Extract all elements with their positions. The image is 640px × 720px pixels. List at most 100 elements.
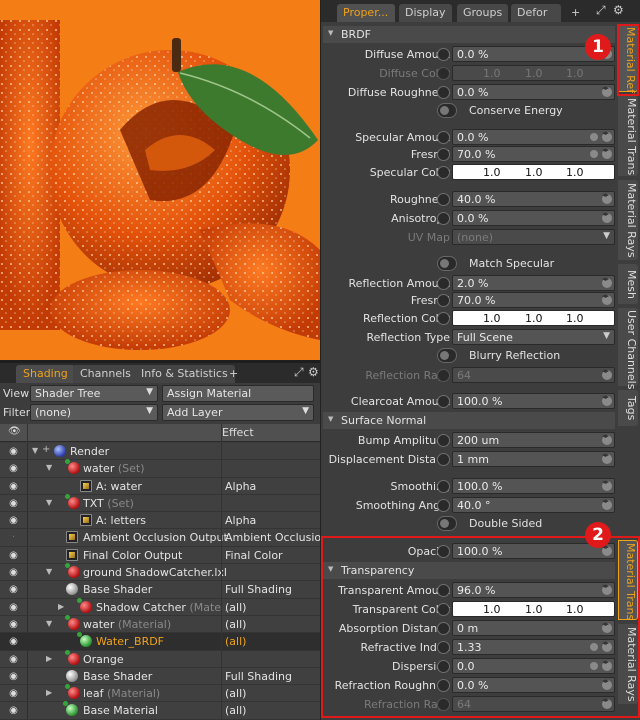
transparent-amount-input[interactable]: 96.0 %: [452, 582, 615, 598]
roughness-anim-toggle[interactable]: [437, 193, 450, 206]
smoothing-anim-toggle[interactable]: [437, 480, 450, 493]
refraction-roughness-anim-toggle[interactable]: [437, 679, 450, 692]
tree-row-base-shader-2[interactable]: ◉ Base Shader Full Shading: [0, 667, 320, 686]
refractive-index-anim-toggle[interactable]: [437, 641, 450, 654]
sidetab-material-ref[interactable]: Material Ref: [618, 24, 638, 93]
expand-triangle-icon[interactable]: ▼: [32, 446, 38, 455]
reflection-amount-anim-toggle[interactable]: [437, 277, 450, 290]
smoothing-angle-input[interactable]: 40.0 °: [452, 497, 615, 513]
fresnel-input[interactable]: 70.0 %: [452, 146, 615, 162]
effect-column-header[interactable]: Effect: [222, 426, 254, 439]
section-brdf[interactable]: BRDF: [323, 26, 615, 43]
visibility-eye-icon[interactable]: ·: [0, 529, 28, 546]
fresnel-anim-toggle[interactable]: [437, 148, 450, 161]
plus-icon[interactable]: +: [42, 444, 50, 455]
specular-amount-input[interactable]: 0.0 %: [452, 129, 615, 145]
visibility-eye-icon[interactable]: ◉: [0, 650, 28, 667]
visibility-eye-icon[interactable]: ◉: [0, 546, 28, 564]
reflection-color-swatch[interactable]: 1.0 1.0 1.0: [452, 310, 615, 326]
tree-row-a-water[interactable]: ◉ A: water Alpha: [0, 477, 320, 495]
expand-icon[interactable]: ⤢: [294, 365, 304, 380]
visibility-eye-icon[interactable]: ◉: [0, 494, 28, 512]
bump-amplitude-anim-toggle[interactable]: [437, 434, 450, 447]
diffuse-amount-anim-toggle[interactable]: [437, 48, 450, 61]
tree-row-base-material[interactable]: ◉ Base Material (all): [0, 701, 320, 720]
collapse-triangle-icon[interactable]: ▶: [58, 602, 64, 611]
collapse-triangle-icon[interactable]: ▶: [46, 688, 52, 697]
specular-amount-anim-toggle[interactable]: [437, 131, 450, 144]
roughness-input[interactable]: 40.0 %: [452, 191, 615, 207]
smoothing-input[interactable]: 100.0 %: [452, 478, 615, 494]
visibility-eye-icon[interactable]: ◉: [0, 598, 28, 615]
bump-amplitude-input[interactable]: 200 um: [452, 432, 615, 448]
absorption-distance-anim-toggle[interactable]: [437, 622, 450, 635]
conserve-energy-checkbox[interactable]: [437, 103, 457, 118]
tree-row-a-letters[interactable]: ◉ A: letters Alpha: [0, 512, 320, 530]
specular-color-swatch[interactable]: 1.0 1.0 1.0: [452, 164, 615, 180]
reflection-rays-input[interactable]: 64: [452, 367, 615, 383]
render-viewport[interactable]: [0, 0, 320, 360]
sidetab-mesh[interactable]: Mesh: [618, 264, 638, 304]
tree-row-leaf[interactable]: ◉ ▶ leaf (Material) (all): [0, 684, 320, 703]
opacity-anim-toggle[interactable]: [437, 545, 450, 558]
anisotropy-input[interactable]: 0.0 %: [452, 210, 615, 226]
gear-icon[interactable]: ⚙: [613, 3, 624, 17]
fresnel-reflection-input[interactable]: 70.0 %: [452, 292, 615, 308]
visibility-eye-icon[interactable]: ◉: [0, 685, 28, 702]
reflection-amount-input[interactable]: 2.0 %: [452, 275, 615, 291]
tree-row-base-shader[interactable]: ◉ Base Shader Full Shading: [0, 581, 320, 599]
sidetab-user-channels[interactable]: User Channels: [618, 308, 638, 389]
tab-shading[interactable]: Shading: [16, 365, 75, 383]
tab-properties[interactable]: Proper...: [337, 4, 395, 22]
uv-map-dropdown[interactable]: (none) ▼: [452, 229, 615, 245]
specular-color-anim-toggle[interactable]: [437, 166, 450, 179]
collapse-triangle-icon[interactable]: ▶: [46, 654, 52, 663]
refraction-rays-input[interactable]: 64: [452, 696, 615, 712]
dispersion-anim-toggle[interactable]: [437, 660, 450, 673]
visibility-eye-icon[interactable]: ◉: [0, 615, 28, 633]
expand-triangle-icon[interactable]: ▼: [46, 567, 52, 576]
expand-triangle-icon[interactable]: ▼: [46, 619, 52, 628]
smoothing-angle-anim-toggle[interactable]: [437, 499, 450, 512]
clearcoat-amount-input[interactable]: 100.0 %: [452, 393, 615, 409]
expand-icon[interactable]: ⤢: [596, 3, 606, 18]
sidetab-material-trans-2[interactable]: Material Trans: [618, 540, 638, 620]
filter-dropdown[interactable]: (none) ▼: [30, 404, 158, 421]
tree-row-water-material[interactable]: ◉ ▼ water (Material) (all): [0, 614, 320, 634]
visibility-eye-icon[interactable]: ◉: [0, 702, 28, 719]
tab-info-statistics[interactable]: Info & Statistics: [134, 365, 235, 383]
double-sided-checkbox[interactable]: [437, 516, 457, 531]
tab-deformers[interactable]: Defor: [511, 4, 561, 22]
add-tab-button[interactable]: +: [222, 365, 245, 383]
sidetab-tags[interactable]: Tags: [618, 390, 638, 426]
gear-icon[interactable]: ⚙: [308, 365, 319, 379]
transparent-color-anim-toggle[interactable]: [437, 603, 450, 616]
clearcoat-amount-anim-toggle[interactable]: [437, 395, 450, 408]
tab-display[interactable]: Display: [399, 4, 452, 22]
displacement-distance-input[interactable]: 1 mm: [452, 451, 615, 467]
match-specular-checkbox[interactable]: [437, 256, 457, 271]
diffuse-roughness-input[interactable]: 0.0 %: [452, 84, 615, 100]
refraction-roughness-input[interactable]: 0.0 %: [452, 677, 615, 693]
tree-row-render[interactable]: ◉ ▼ + Render: [0, 443, 320, 461]
reflection-color-anim-toggle[interactable]: [437, 312, 450, 325]
expand-triangle-icon[interactable]: ▼: [46, 498, 52, 507]
transparent-color-swatch[interactable]: 1.0 1.0 1.0: [452, 601, 615, 617]
add-layer-dropdown[interactable]: Add Layer ▼: [162, 404, 314, 421]
add-tab-button[interactable]: +: [565, 4, 586, 22]
diffuse-roughness-anim-toggle[interactable]: [437, 86, 450, 99]
visibility-eye-icon[interactable]: ◉: [0, 667, 28, 685]
visibility-eye-icon[interactable]: ◉: [0, 581, 28, 598]
displacement-distance-anim-toggle[interactable]: [437, 453, 450, 466]
absorption-distance-input[interactable]: 0 m: [452, 620, 615, 636]
expand-triangle-icon[interactable]: ▼: [46, 463, 52, 472]
tree-row-ground-shadowcatcher[interactable]: ◉ ▼ ground ShadowCatcher.lxl: [0, 563, 320, 582]
tree-row-ambient-occlusion-output[interactable]: · Ambient Occlusion Output Ambient Occlu…: [0, 529, 328, 547]
visibility-eye-icon[interactable]: ◉: [0, 512, 28, 529]
diffuse-color-swatch[interactable]: 1.0 1.0 1.0: [452, 65, 615, 81]
diffuse-color-anim-toggle[interactable]: [437, 67, 450, 80]
sidetab-material-rays-2[interactable]: Material Rays: [618, 624, 638, 704]
section-transparency[interactable]: Transparency: [323, 562, 615, 579]
view-dropdown[interactable]: Shader Tree ▼: [30, 385, 158, 402]
section-surface-normal[interactable]: Surface Normal: [323, 412, 615, 429]
